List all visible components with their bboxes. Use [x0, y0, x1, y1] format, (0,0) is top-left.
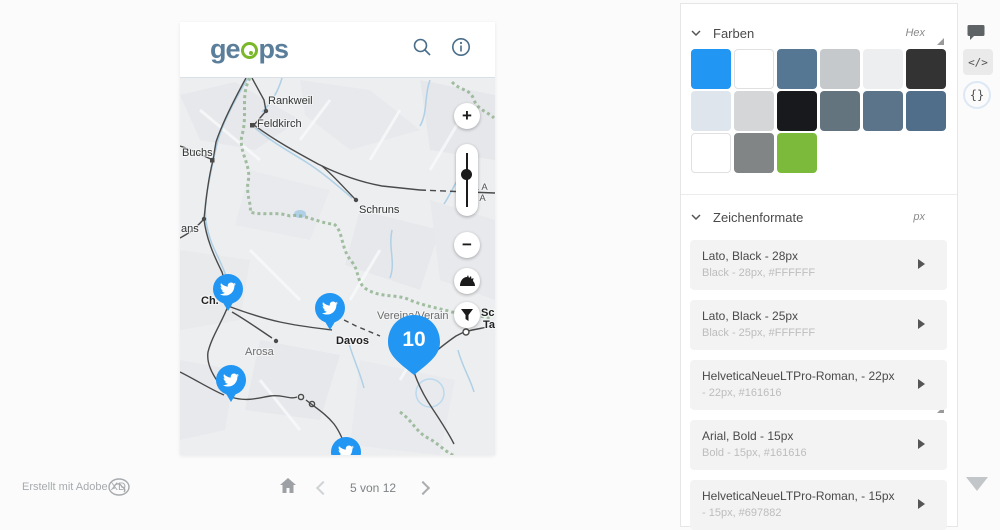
- geops-logo: geps: [210, 36, 288, 63]
- hedgehog-layer-button[interactable]: [454, 268, 480, 294]
- pagination-label: 5 von 12: [350, 481, 396, 495]
- design-artboard: geps: [180, 22, 495, 455]
- style-subtitle: - 15px, #697882: [702, 507, 782, 519]
- map-label-scuol-line2: Tar: [483, 319, 495, 331]
- twitter-marker[interactable]: [331, 437, 361, 455]
- character-style-card[interactable]: HelveticaNeueLTPro-Roman, - 22px - 22px, …: [690, 360, 947, 410]
- style-subtitle: Black - 25px, #FFFFFF: [702, 327, 815, 339]
- expand-arrow-icon[interactable]: [918, 499, 925, 509]
- section-divider: [681, 194, 957, 195]
- map-canvas: RankweilFeldkirchBuchsansSchrunst. An AC…: [180, 78, 495, 455]
- expand-arrow-icon[interactable]: [918, 319, 925, 329]
- styles-section-title: Zeichenformate: [713, 210, 803, 225]
- chevron-down-icon: [691, 212, 701, 222]
- color-swatch[interactable]: [820, 49, 860, 89]
- logo-text-pre: ge: [210, 36, 240, 63]
- color-swatch[interactable]: [777, 133, 817, 173]
- character-style-card[interactable]: Lato, Black - 25px Black - 25px, #FFFFFF: [690, 300, 947, 350]
- zoom-in-button[interactable]: +: [454, 103, 480, 129]
- terminus-dot: [463, 329, 469, 335]
- color-swatch-grid: [691, 49, 946, 173]
- side-toolbar: </> {}: [958, 0, 1000, 522]
- color-swatch[interactable]: [691, 133, 731, 173]
- map-label-buchs: Buchs: [182, 147, 213, 159]
- map-label-scuol-line1: Scu: [481, 307, 495, 319]
- color-swatch[interactable]: [906, 49, 946, 89]
- color-swatch[interactable]: [734, 91, 774, 131]
- style-title: HelveticaNeueLTPro-Roman, - 22px: [702, 369, 895, 383]
- cluster-marker[interactable]: 10: [386, 314, 442, 376]
- braces-view-button[interactable]: {}: [963, 81, 991, 109]
- color-swatch[interactable]: [777, 91, 817, 131]
- map-label-feldkirch: Feldkirch: [257, 118, 302, 130]
- twitter-bird-icon: [223, 372, 239, 388]
- twitter-bird-icon: [338, 444, 354, 455]
- color-swatch[interactable]: [820, 91, 860, 131]
- zoom-slider[interactable]: [456, 144, 478, 216]
- map-label-arosa: Arosa: [245, 346, 274, 358]
- chevron-down-icon: [691, 28, 701, 38]
- map-label-ans: ans: [181, 223, 199, 235]
- logo-o-icon: [241, 42, 258, 59]
- colors-unit-label[interactable]: Hex: [905, 27, 925, 39]
- search-icon[interactable]: [412, 37, 432, 62]
- zoom-out-button[interactable]: −: [454, 232, 480, 258]
- style-subtitle: Black - 28px, #FFFFFF: [702, 267, 815, 279]
- hedgehog-icon: [459, 275, 476, 288]
- color-swatch[interactable]: [734, 133, 774, 173]
- scroll-down-icon[interactable]: [966, 477, 988, 491]
- filter-funnel-icon: [460, 308, 474, 322]
- color-swatch[interactable]: [863, 91, 903, 131]
- style-title: HelveticaNeueLTPro-Roman, - 15px: [702, 489, 895, 503]
- app-header: geps: [180, 22, 495, 78]
- twitter-marker[interactable]: [315, 293, 345, 333]
- color-swatch[interactable]: [734, 49, 774, 89]
- color-swatch[interactable]: [691, 49, 731, 89]
- styles-unit-label[interactable]: px: [913, 211, 925, 223]
- character-style-card[interactable]: Arial, Bold - 15px Bold - 15px, #161616: [690, 420, 947, 470]
- color-swatch[interactable]: [777, 49, 817, 89]
- map-label-rankweil: Rankweil: [268, 95, 313, 107]
- filter-button[interactable]: [454, 302, 480, 328]
- character-style-card[interactable]: HelveticaNeueLTPro-Roman, - 15px - 15px, …: [690, 480, 947, 530]
- next-artboard-button[interactable]: [416, 481, 430, 495]
- info-icon[interactable]: [451, 37, 471, 62]
- map-label-schruns: Schruns: [359, 204, 399, 216]
- colors-section-header[interactable]: Farben Hex: [681, 18, 959, 48]
- previous-artboard-button[interactable]: [316, 481, 330, 495]
- style-subtitle: - 22px, #161616: [702, 387, 782, 399]
- expand-arrow-icon[interactable]: [918, 439, 925, 449]
- style-title: Lato, Black - 28px: [702, 249, 798, 263]
- styles-section-header[interactable]: Zeichenformate px: [681, 202, 959, 232]
- expand-arrow-icon[interactable]: [918, 259, 925, 269]
- unit-dropdown-icon[interactable]: [937, 38, 944, 45]
- map-label-davos: Davos: [336, 335, 369, 347]
- comments-icon[interactable]: [967, 24, 985, 46]
- code-view-button[interactable]: </>: [963, 49, 993, 75]
- colors-section-title: Farben: [713, 26, 754, 41]
- expand-arrow-icon[interactable]: [918, 379, 925, 389]
- slider-track: [466, 153, 468, 207]
- cluster-count: 10: [386, 328, 442, 352]
- color-swatch[interactable]: [906, 91, 946, 131]
- twitter-marker[interactable]: [216, 365, 246, 405]
- slider-knob[interactable]: [461, 169, 472, 180]
- home-icon[interactable]: [280, 478, 296, 498]
- logo-text-post: ps: [259, 36, 289, 63]
- twitter-bird-icon: [322, 300, 338, 316]
- style-title: Lato, Black - 25px: [702, 309, 798, 323]
- spec-panel: Farben Hex Zeichenformate px Lato, Black…: [680, 3, 958, 527]
- artboard-pager: 5 von 12: [280, 478, 428, 498]
- color-swatch[interactable]: [691, 91, 731, 131]
- style-subtitle: Bold - 15px, #161616: [702, 447, 807, 459]
- style-title: Arial, Bold - 15px: [702, 429, 793, 443]
- twitter-bird-icon: [220, 281, 236, 297]
- color-swatch[interactable]: [863, 49, 903, 89]
- character-style-card[interactable]: Lato, Black - 28px Black - 28px, #FFFFFF: [690, 240, 947, 290]
- twitter-marker[interactable]: [213, 274, 243, 314]
- creative-cloud-icon: [108, 478, 130, 501]
